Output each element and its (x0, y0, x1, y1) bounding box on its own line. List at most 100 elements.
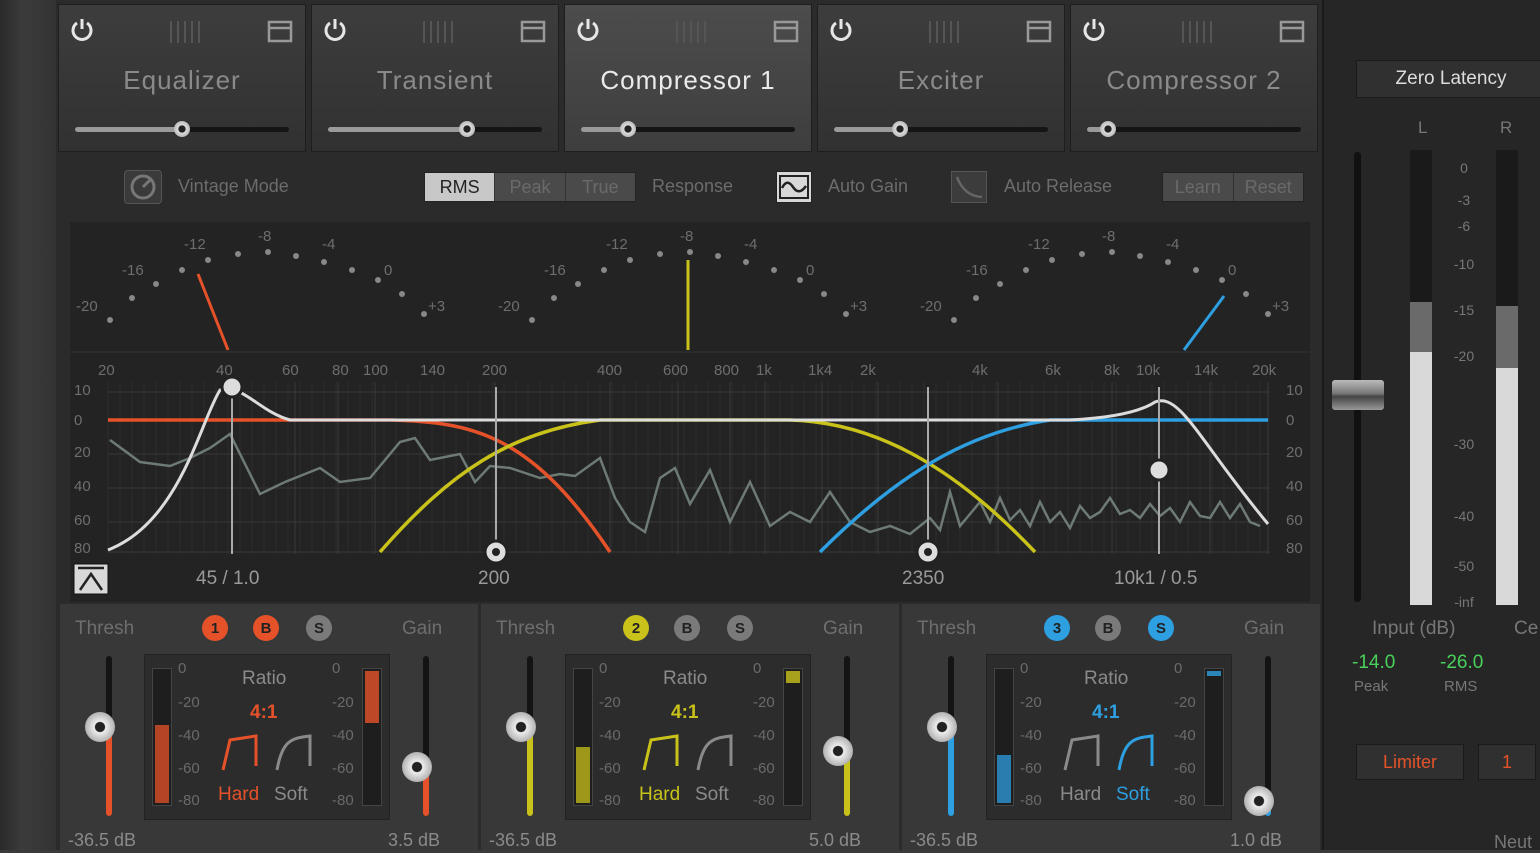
band-number-badge[interactable]: 3 (1044, 615, 1070, 641)
power-icon[interactable] (69, 17, 95, 43)
db-tick-left: 40 (74, 478, 91, 495)
input-level-bar (573, 668, 593, 806)
preset-folder-icon[interactable] (267, 19, 293, 43)
slider-knob[interactable] (620, 121, 637, 137)
limiter-value[interactable]: 1 (1478, 744, 1536, 780)
slider-knob[interactable] (459, 121, 476, 137)
ratio-label: Ratio (242, 668, 287, 689)
crossover-graph[interactable]: -20 -16 -12 -8 -4 0 +3 -20 -16 -12 -8 -4 0 +3 -20 -16 -1… (70, 222, 1310, 602)
db-tick-left: 60 (74, 512, 91, 529)
hard-label[interactable]: Hard (1060, 784, 1101, 806)
limiter-button[interactable]: Limiter (1356, 744, 1464, 780)
preset-folder-icon[interactable] (1026, 19, 1052, 43)
module-slider[interactable] (834, 121, 1048, 137)
input-level-bar (152, 668, 172, 806)
freq-tick: 100 (363, 362, 389, 379)
soft-label[interactable]: Soft (695, 784, 729, 806)
drag-grip-icon[interactable] (673, 19, 707, 45)
module-tab-4[interactable]: Compressor 2 (1070, 4, 1318, 152)
meter-scale-label: -8 (1102, 228, 1116, 245)
soft-label[interactable]: Soft (1116, 784, 1150, 806)
solo-button[interactable]: S (727, 615, 753, 641)
peak-button[interactable]: Peak (495, 173, 566, 201)
hard-knee-icon[interactable] (641, 732, 683, 777)
module-name: Exciter (897, 65, 985, 95)
meter-scale-right: -80 (1174, 792, 1196, 809)
solo-button[interactable]: S (306, 615, 332, 641)
ceiling-label: Ce (1514, 618, 1539, 639)
soft-knee-icon[interactable] (695, 732, 737, 777)
hard-label[interactable]: Hard (218, 784, 259, 806)
auto-release-icon[interactable] (951, 171, 987, 203)
gain-fader-knob[interactable] (823, 736, 853, 766)
preset-folder-icon[interactable] (1279, 19, 1305, 43)
thresh-fader-knob[interactable] (927, 712, 957, 742)
drag-grip-icon[interactable] (1179, 19, 1213, 45)
freq-tick: 20 (98, 362, 115, 379)
gain-fader-knob[interactable] (1244, 786, 1274, 816)
preset-folder-icon[interactable] (520, 19, 546, 43)
db-tick-right: 10 (1286, 382, 1303, 399)
meter-scale-right: -20 (1174, 694, 1196, 711)
freq-tick: 140 (420, 362, 446, 379)
module-slider[interactable] (1087, 121, 1301, 137)
gain-label: Gain (1244, 618, 1285, 639)
meter-scale-left: -60 (1020, 760, 1042, 777)
power-icon[interactable] (322, 17, 348, 43)
solo-button[interactable]: S (1148, 615, 1174, 641)
bypass-button[interactable]: B (1095, 615, 1121, 641)
slider-knob[interactable] (174, 121, 190, 137)
module-slider[interactable] (328, 121, 542, 137)
module-tab-0[interactable]: Equalizer (58, 4, 306, 152)
zero-latency-button[interactable]: Zero Latency (1356, 60, 1540, 98)
module-slider[interactable] (581, 121, 795, 137)
ratio-value[interactable]: 4:1 (250, 702, 277, 724)
band-number-badge[interactable]: 2 (623, 615, 649, 641)
learn-button[interactable]: Learn (1163, 173, 1234, 201)
drag-grip-icon[interactable] (926, 19, 960, 45)
db-tick-left: 20 (74, 444, 91, 461)
gain-value: 1.0 dB (1230, 830, 1283, 850)
slider-knob[interactable] (892, 121, 909, 137)
rms-button[interactable]: RMS (425, 173, 496, 201)
thresh-fader-fill (527, 728, 533, 816)
soft-label[interactable]: Soft (274, 784, 308, 806)
power-icon[interactable] (1081, 17, 1107, 43)
hard-knee-icon[interactable] (220, 732, 262, 777)
meter-scale-label: -16 (966, 262, 988, 279)
meter-scale-right: -20 (753, 694, 775, 711)
power-icon[interactable] (828, 17, 854, 43)
freq-tick: 8k (1104, 362, 1120, 379)
thresh-fader-knob[interactable] (85, 712, 115, 742)
slider-knob[interactable] (1100, 121, 1117, 137)
module-tab-1[interactable]: Transient (311, 4, 559, 152)
drag-grip-icon[interactable] (167, 19, 201, 45)
true-peak-button[interactable]: True (566, 173, 635, 201)
preset-folder-icon[interactable] (773, 19, 799, 43)
module-name: Compressor 2 (1106, 65, 1282, 95)
module-slider[interactable] (75, 121, 289, 137)
hard-label[interactable]: Hard (639, 784, 680, 806)
module-tab-3[interactable]: Exciter (817, 4, 1065, 152)
ratio-value[interactable]: 4:1 (671, 702, 698, 724)
vintage-mode-icon[interactable] (124, 170, 162, 204)
drag-grip-icon[interactable] (420, 19, 454, 45)
meter-scale-left: -80 (178, 792, 200, 809)
module-name: Transient (376, 65, 494, 95)
reset-button[interactable]: Reset (1234, 173, 1304, 201)
band-number-badge[interactable]: 1 (202, 615, 228, 641)
meter-scale-label: +3 (428, 298, 446, 315)
module-tab-2[interactable]: Compressor 1 (564, 4, 812, 152)
ratio-value[interactable]: 4:1 (1092, 702, 1119, 724)
output-fader-handle[interactable] (1332, 380, 1384, 410)
power-icon[interactable] (575, 17, 601, 43)
soft-knee-icon[interactable] (1116, 732, 1158, 777)
bypass-button[interactable]: B (253, 615, 279, 641)
output-fader-track[interactable] (1354, 152, 1361, 602)
bypass-button[interactable]: B (674, 615, 700, 641)
gain-fader-knob[interactable] (402, 752, 432, 782)
hard-knee-icon[interactable] (1062, 732, 1104, 777)
soft-knee-icon[interactable] (274, 732, 316, 777)
auto-gain-icon[interactable] (776, 171, 812, 203)
thresh-fader-knob[interactable] (506, 712, 536, 742)
